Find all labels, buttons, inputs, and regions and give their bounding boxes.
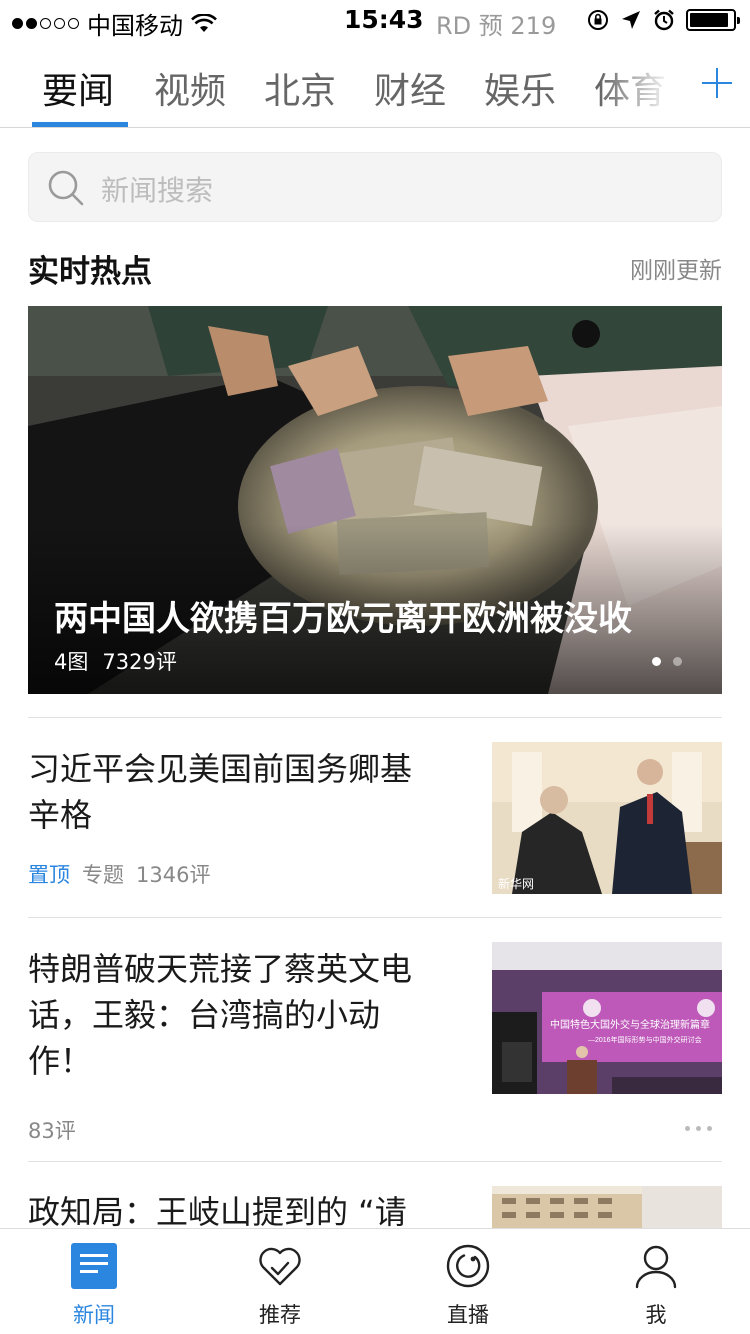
carousel-dot bbox=[652, 657, 661, 666]
section-title: 实时热点 bbox=[28, 254, 152, 290]
thumbnail-banner-text: 中国特色大国外交与全球治理新篇章 bbox=[550, 1018, 710, 1031]
thumbnail-image: 新华网 bbox=[492, 742, 722, 894]
news-thumbnail[interactable]: 新华网 bbox=[492, 742, 722, 894]
nav-label: 我 bbox=[645, 1303, 667, 1327]
news-meta: 置顶 专题 1346评 bbox=[28, 859, 210, 889]
divider bbox=[28, 717, 722, 718]
carousel-dot bbox=[673, 657, 682, 666]
bottom-nav: 新闻 推荐 直播 我 bbox=[0, 1228, 750, 1334]
thumbnail-banner-subtext: —2016年国际形势与中国外交研讨会 bbox=[588, 1035, 702, 1044]
tab-video[interactable]: 视频 bbox=[154, 62, 226, 114]
tab-fade bbox=[600, 40, 680, 126]
tab-finance[interactable]: 财经 bbox=[374, 62, 446, 114]
news-title-line: 特朗普破天荒接了蔡英文电 bbox=[28, 950, 413, 988]
thumbnail-image: 中国特色大国外交与全球治理新篇章 —2016年国际形势与中国外交研讨会 bbox=[492, 942, 722, 1094]
nav-live[interactable]: 直播 bbox=[374, 1229, 562, 1334]
nav-me[interactable]: 我 bbox=[562, 1229, 750, 1334]
channel-tabs: 要闻 视频 北京 财经 娱乐 体育 bbox=[0, 40, 750, 128]
live-icon bbox=[446, 1244, 490, 1288]
hero-carousel[interactable]: 两中国人欲携百万欧元离开欧洲被没收 4图 7329评 bbox=[28, 306, 722, 694]
news-title-line: 习近平会见美国前国务卿基 bbox=[28, 750, 413, 788]
news-title-line: 辛格 bbox=[28, 796, 93, 834]
comment-count: 1346评 bbox=[136, 863, 211, 887]
status-bar: 中国移动 15:43 RD 预 219 bbox=[0, 0, 750, 40]
tab-headlines[interactable]: 要闻 bbox=[42, 62, 114, 114]
person-icon bbox=[635, 1245, 677, 1289]
rotation-lock-icon bbox=[588, 10, 608, 30]
hero-comment-count: 7329评 bbox=[102, 650, 177, 674]
location-arrow-icon bbox=[622, 11, 640, 29]
more-options-icon[interactable] bbox=[685, 1126, 712, 1131]
thumbnail-image bbox=[492, 1186, 722, 1228]
divider bbox=[28, 1161, 722, 1162]
pinned-tag: 置顶 bbox=[28, 863, 70, 887]
hero-title[interactable]: 两中国人欲携百万欧元离开欧洲被没收 bbox=[54, 591, 632, 640]
comment-count: 83评 bbox=[28, 1119, 76, 1143]
news-meta: 83评 bbox=[28, 1115, 76, 1145]
news-title-line: 话，王毅：台湾搞的小动 bbox=[28, 996, 381, 1034]
nav-label: 直播 bbox=[447, 1303, 489, 1327]
search-placeholder: 新闻搜索 bbox=[101, 174, 214, 207]
nav-recommend[interactable]: 推荐 bbox=[186, 1229, 374, 1334]
active-tab-indicator bbox=[32, 122, 128, 127]
hero-image-count: 4图 bbox=[54, 650, 89, 674]
plus-icon bbox=[702, 68, 732, 98]
nav-news[interactable]: 新闻 bbox=[0, 1229, 188, 1334]
status-right bbox=[586, 8, 740, 32]
tab-entertainment[interactable]: 娱乐 bbox=[484, 62, 556, 114]
nav-label: 推荐 bbox=[259, 1303, 301, 1327]
divider bbox=[28, 917, 722, 918]
news-title[interactable]: 习近平会见美国前国务卿基 辛格 bbox=[28, 746, 458, 838]
hero-meta: 4图 7329评 bbox=[54, 646, 177, 676]
add-channel-button[interactable] bbox=[684, 40, 750, 126]
nav-label: 新闻 bbox=[73, 1303, 115, 1327]
wifi-icon bbox=[191, 13, 217, 32]
news-title-line: 作！ bbox=[28, 1042, 93, 1080]
news-thumbnail[interactable]: 中国特色大国外交与全球治理新篇章 —2016年国际形势与中国外交研讨会 bbox=[492, 942, 722, 1094]
battery-icon bbox=[686, 9, 740, 31]
news-title[interactable]: 特朗普破天荒接了蔡英文电 话，王毅：台湾搞的小动 作！ bbox=[28, 946, 458, 1084]
tab-beijing[interactable]: 北京 bbox=[264, 62, 336, 114]
news-thumbnail[interactable] bbox=[492, 1186, 722, 1228]
carrier-name: 中国移动 bbox=[87, 12, 183, 40]
status-left: 中国移动 bbox=[12, 6, 217, 41]
status-time: 15:43 bbox=[344, 5, 424, 34]
status-rd-label: RD 预 219 bbox=[436, 12, 557, 40]
thumbnail-watermark: 新华网 bbox=[498, 876, 534, 891]
alarm-icon bbox=[654, 9, 674, 31]
search-icon bbox=[48, 170, 84, 206]
signal-strength-icon bbox=[12, 18, 79, 29]
search-input[interactable]: 新闻搜索 bbox=[28, 152, 722, 222]
heart-check-icon bbox=[259, 1247, 301, 1286]
carousel-indicator bbox=[652, 657, 682, 666]
news-icon bbox=[71, 1243, 117, 1289]
update-status: 刚刚更新 bbox=[630, 258, 722, 284]
topic-tag: 专题 bbox=[82, 863, 124, 887]
